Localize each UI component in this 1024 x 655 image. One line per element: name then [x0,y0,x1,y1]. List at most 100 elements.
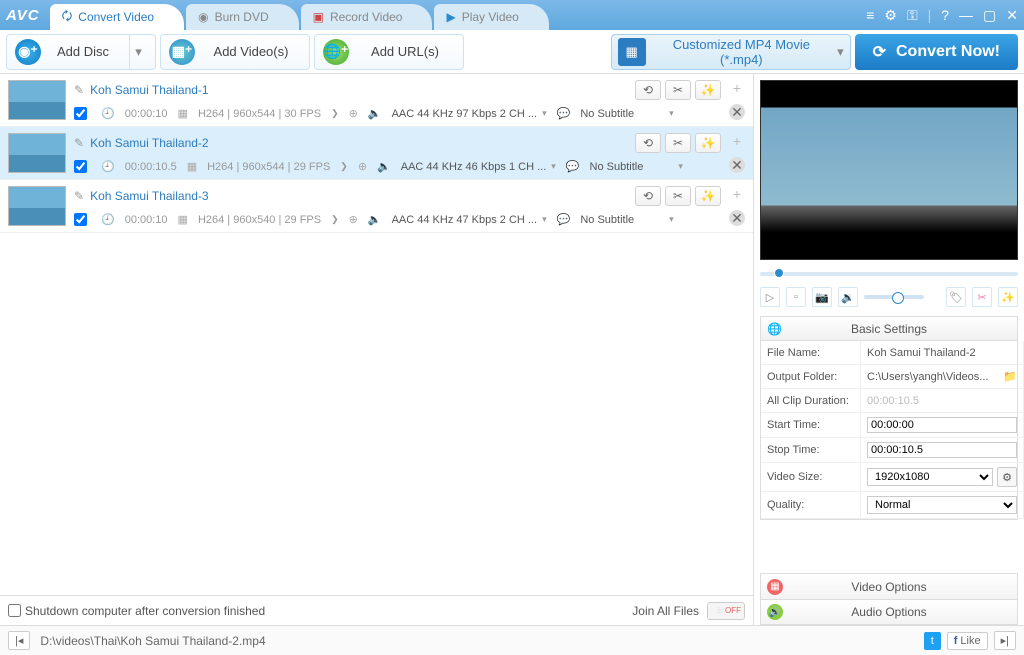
thumbnail[interactable] [8,133,66,173]
file-title[interactable]: Koh Samui Thailand-3 [90,189,209,203]
chevron-right-icon[interactable]: ❯ [331,214,339,225]
quality-label: Quality: [761,492,861,519]
folder-browse-icon[interactable]: 📁 [1003,370,1017,383]
add-track-icon[interactable]: + [729,186,745,202]
volume-slider[interactable] [864,295,924,299]
key-icon[interactable]: ⚿ [907,7,918,24]
output-profile-dropdown[interactable]: ▦ Customized MP4 Movie (*.mp4) ▾ [611,34,851,70]
refresh-button[interactable]: ⟲ [635,186,661,206]
chevron-down-icon[interactable]: ▾ [542,214,547,225]
video-preview[interactable] [760,80,1018,260]
convert-now-button[interactable]: ⟳ Convert Now! [855,34,1018,70]
chevron-down-icon[interactable]: ▾ [669,214,674,225]
stop-time-value [861,438,1024,463]
add-videos-button[interactable]: ▦⁺ Add Video(s) [160,34,310,70]
video-size-dropdown[interactable]: 1920x1080 [867,468,993,486]
duration-label: 00:00:10.5 [125,161,177,173]
film-icon: ▦ [178,213,188,226]
remove-row-icon[interactable]: ✕ [729,210,745,226]
stop-button[interactable]: ▫ [786,287,806,307]
facebook-like-button[interactable]: f Like [947,632,988,650]
file-checkbox[interactable] [74,107,87,120]
thumbnail[interactable] [8,80,66,120]
chevron-right-icon[interactable]: ❯ [331,108,339,119]
size-settings-button[interactable]: ⚙ [997,467,1017,487]
audio-options-button[interactable]: 🔊 Audio Options [760,599,1018,625]
file-panel: ✎ Koh Samui Thailand-1 ⟲ ✂ ✨ 🕘 00:00:10 … [0,74,754,625]
file-row[interactable]: ✎ Koh Samui Thailand-1 ⟲ ✂ ✨ 🕘 00:00:10 … [0,74,753,127]
option-label: Audio Options [851,605,926,619]
row-side: + ✕ [729,133,745,173]
snapshot-button[interactable]: 📷 [812,287,832,307]
gear-icon[interactable]: ⚙ [884,7,897,24]
next-button[interactable]: ▸| [994,631,1016,650]
join-all-toggle[interactable]: ⦙⦙⦙ OFF [707,602,745,620]
preview-timeline[interactable] [760,266,1018,282]
speaker-icon: 🔈 [377,160,391,173]
effects-button[interactable]: ✨ [695,133,721,153]
film-add-icon: ▦⁺ [169,39,195,65]
codec-label: H264 | 960x544 | 29 FPS [207,161,330,173]
minimize-icon[interactable]: — [959,7,973,24]
tab-play-video[interactable]: ▶ Play Video [434,4,548,30]
file-checkbox[interactable] [74,160,87,173]
add-track-icon[interactable]: + [729,80,745,96]
chevron-down-icon[interactable]: ▾ [678,161,683,172]
file-checkbox[interactable] [74,213,87,226]
shutdown-checkbox[interactable]: Shutdown computer after conversion finis… [8,604,265,618]
file-info: ✎ Koh Samui Thailand-1 ⟲ ✂ ✨ 🕘 00:00:10 … [74,80,721,120]
stop-time-input[interactable] [867,442,1017,458]
chevron-down-icon[interactable]: ▾ [129,35,147,69]
video-options-button[interactable]: ▦ Video Options [760,573,1018,599]
trim-button[interactable]: ✂ [665,80,691,100]
help-icon[interactable]: ? [941,7,949,24]
file-title[interactable]: Koh Samui Thailand-2 [90,136,209,150]
convert-icon: 🗘 [62,7,73,28]
thumbnail[interactable] [8,186,66,226]
start-time-input[interactable] [867,417,1017,433]
trim-button[interactable]: ✂ [972,287,992,307]
menu-icon[interactable]: ≡ [866,7,874,24]
volume-button[interactable]: 🔉 [838,287,858,307]
chevron-right-icon[interactable]: ❯ [340,161,348,172]
duration-label: 00:00:10 [125,214,168,226]
prev-button[interactable]: |◂ [8,631,30,650]
remove-row-icon[interactable]: ✕ [729,157,745,173]
chevron-down-icon[interactable]: ▾ [551,161,556,172]
video-size-value: 1920x1080 ⚙ [861,463,1024,492]
globe-icon: 🌐 [767,322,782,336]
add-urls-button[interactable]: 🌐⁺ Add URL(s) [314,34,464,70]
titlebar: AVC 🗘 Convert Video ◉ Burn DVD ▣ Record … [0,0,1024,30]
trim-button[interactable]: ✂ [665,186,691,206]
twitter-button[interactable]: t [924,632,941,650]
quality-dropdown[interactable]: Normal [867,496,1017,514]
edit-icon[interactable]: ✎ [74,83,84,97]
file-name-value: Koh Samui Thailand-2 [861,341,1024,365]
add-disc-button[interactable]: ◉⁺ Add Disc ▾ [6,34,156,70]
file-row[interactable]: ✎ Koh Samui Thailand-2 ⟲ ✂ ✨ 🕘 00:00:10.… [0,127,753,180]
close-icon[interactable]: ✕ [1006,7,1018,24]
basic-settings-header[interactable]: 🌐 Basic Settings [761,317,1017,341]
chevron-down-icon[interactable]: ▾ [669,108,674,119]
marker-button[interactable]: 🏷 [946,287,966,307]
tab-burn-dvd[interactable]: ◉ Burn DVD [186,4,299,30]
edit-icon[interactable]: ✎ [74,136,84,150]
file-title[interactable]: Koh Samui Thailand-1 [90,83,209,97]
edit-icon[interactable]: ✎ [74,189,84,203]
audio-info: AAC 44 KHz 97 Kbps 2 CH ... ▾ [392,108,547,120]
refresh-button[interactable]: ⟲ [635,80,661,100]
add-track-icon[interactable]: + [729,133,745,149]
tab-record-video[interactable]: ▣ Record Video [301,4,433,30]
play-button[interactable]: ▷ [760,287,780,307]
chevron-down-icon[interactable]: ▾ [542,108,547,119]
remove-row-icon[interactable]: ✕ [729,104,745,120]
effects-button[interactable]: ✨ [998,287,1018,307]
effects-button[interactable]: ✨ [695,186,721,206]
effects-button[interactable]: ✨ [695,80,721,100]
clip-duration-label: All Clip Duration: [761,389,861,413]
maximize-icon[interactable]: ▢ [983,7,996,24]
tab-convert-video[interactable]: 🗘 Convert Video [50,4,185,30]
refresh-button[interactable]: ⟲ [635,133,661,153]
file-row[interactable]: ✎ Koh Samui Thailand-3 ⟲ ✂ ✨ 🕘 00:00:10 … [0,180,753,233]
trim-button[interactable]: ✂ [665,133,691,153]
